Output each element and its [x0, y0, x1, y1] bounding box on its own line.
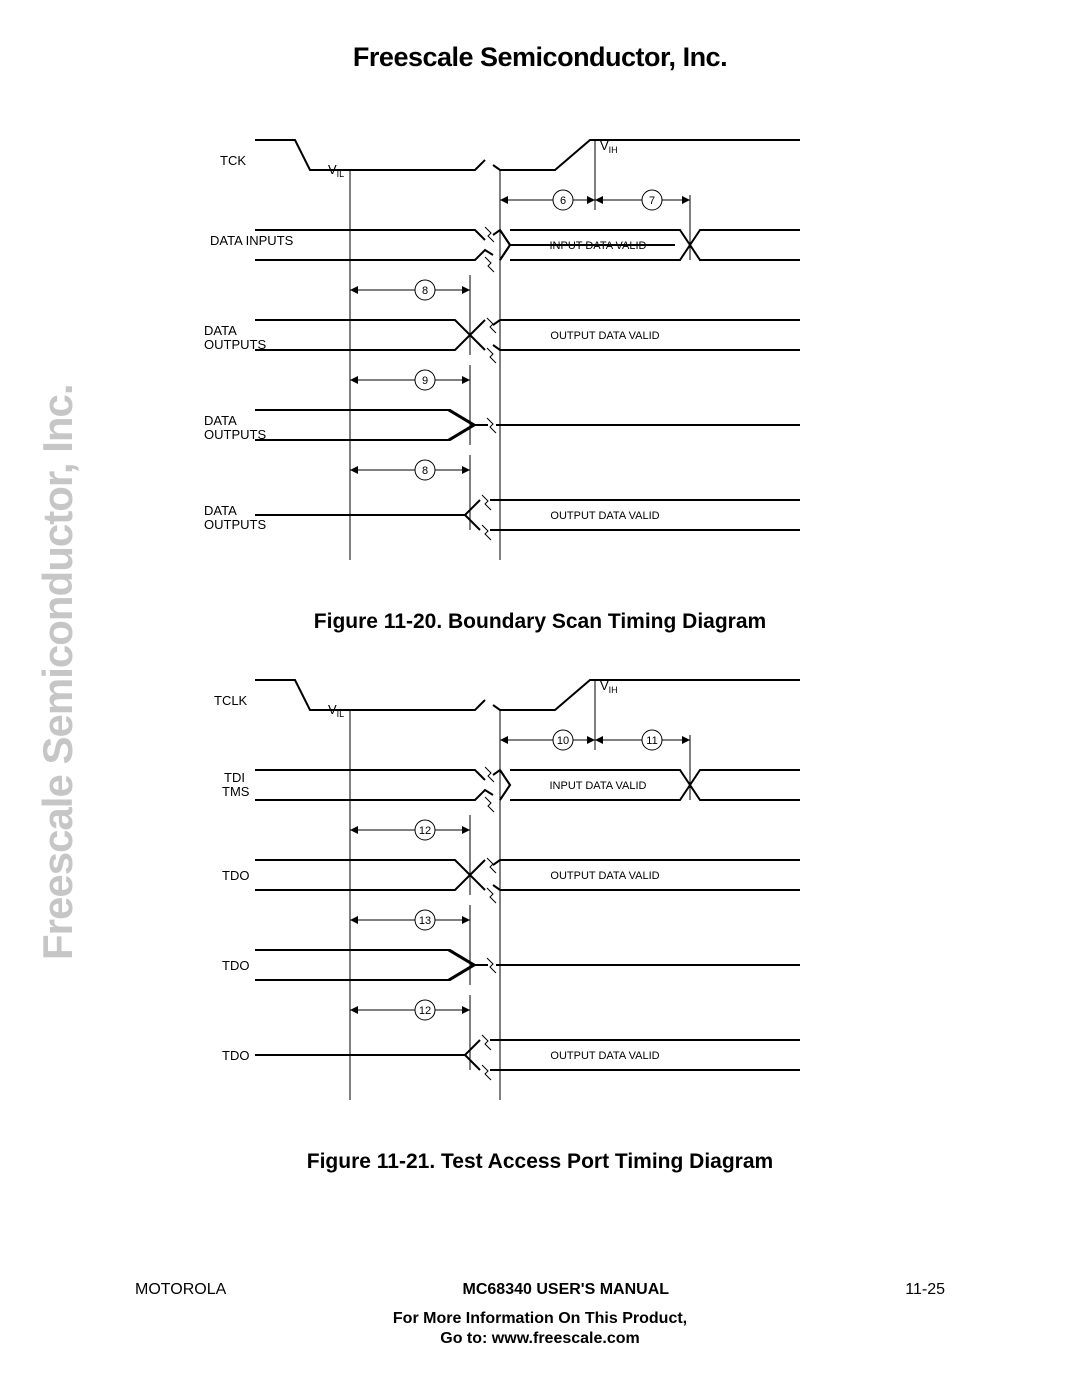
- vil-label-2: VIL: [328, 702, 344, 719]
- vil-label: VIL: [328, 162, 344, 179]
- output-data-valid-2a: OUTPUT DATA VALID: [550, 870, 659, 882]
- tdi-tms-row: TDI TMS INPUT DATA VALID: [222, 767, 800, 812]
- data-inputs-row: DATA INPUTS INPUT DATA VALID: [210, 227, 800, 272]
- marker-7-group: 7: [595, 190, 690, 210]
- svg-text:DATAOUTPUTS: DATAOUTPUTS: [204, 503, 266, 532]
- marker-13-group: 13: [350, 910, 470, 930]
- footer-line1: For More Information On This Product,: [0, 1309, 1080, 1329]
- data-inputs-label: DATA INPUTS: [210, 233, 294, 248]
- svg-text:DATAOUTPUTS: DATAOUTPUTS: [204, 413, 266, 442]
- output-data-valid-2b: OUTPUT DATA VALID: [550, 1050, 659, 1062]
- marker-7: 7: [649, 195, 655, 207]
- marker-8b: 8: [422, 465, 428, 477]
- tdo-1-label: TDO: [222, 868, 249, 883]
- footer-center: MC68340 USER'S MANUAL: [463, 1281, 670, 1299]
- marker-10: 10: [557, 735, 569, 747]
- marker-11: 11: [646, 735, 657, 747]
- marker-11-group: 11: [595, 730, 690, 750]
- marker-10-group: 10: [500, 730, 595, 750]
- output-data-valid-3: OUTPUT DATA VALID: [550, 510, 659, 522]
- input-data-valid: INPUT DATA VALID: [550, 240, 647, 252]
- marker-8a-group: 8: [350, 280, 470, 300]
- footer-line2: Go to: www.freescale.com: [0, 1329, 1080, 1349]
- marker-8b-group: 8: [350, 460, 470, 480]
- watermark-text: Freescale Semiconductor, Inc.: [34, 384, 82, 960]
- tms-label: TMS: [222, 784, 250, 799]
- marker-12b-group: 12: [350, 1000, 470, 1020]
- data-outputs-1-row: DATAOUTPUTS OUTPUT DATA VALID: [204, 318, 800, 363]
- figure-11-21-caption: Figure 11-21. Test Access Port Timing Di…: [0, 1150, 1080, 1174]
- marker-9-group: 9: [350, 370, 470, 390]
- figure-11-21-diagram: TCLK VIL VIH 10 11 TDI TMS INPUT DATA VA…: [200, 670, 820, 1130]
- footer-right: 11-25: [905, 1281, 945, 1299]
- marker-8a: 8: [422, 285, 428, 297]
- data-outputs-3-row: DATAOUTPUTS OUTPUT DATA VALID: [204, 495, 800, 540]
- tdo-1-row: TDO OUTPUT DATA VALID: [222, 858, 800, 903]
- tdo-3-row: TDO OUTPUT DATA VALID: [222, 1035, 800, 1080]
- figure-11-20-caption: Figure 11-20. Boundary Scan Timing Diagr…: [0, 610, 1080, 634]
- page: Freescale Semiconductor, Inc. Freescale …: [0, 0, 1080, 1397]
- tdi-label: TDI: [224, 770, 245, 785]
- output-data-valid-1: OUTPUT DATA VALID: [550, 330, 659, 342]
- marker-6: 6: [560, 195, 566, 207]
- footer-left: MOTOROLA: [135, 1281, 226, 1299]
- marker-12a: 12: [419, 825, 431, 837]
- marker-6-group: 6: [500, 190, 595, 210]
- header-company: Freescale Semiconductor, Inc.: [0, 42, 1080, 73]
- marker-12a-group: 12: [350, 820, 470, 840]
- marker-9: 9: [422, 375, 428, 387]
- marker-13: 13: [419, 915, 431, 927]
- data-outputs-2-row: DATAOUTPUTS: [204, 410, 800, 442]
- tclk-label: TCLK: [214, 693, 248, 708]
- figure-11-20-diagram: TCK VIL VIH 6 7 DATA INPUTS INPUT D: [200, 130, 820, 590]
- input-data-valid-2: INPUT DATA VALID: [550, 780, 647, 792]
- svg-text:DATAOUTPUTS: DATAOUTPUTS: [204, 323, 266, 352]
- tdo-2-row: TDO: [222, 950, 800, 980]
- tck-label: TCK: [220, 153, 246, 168]
- footer: MOTOROLA MC68340 USER'S MANUAL 11-25 For…: [0, 1281, 1080, 1349]
- marker-12b: 12: [419, 1005, 431, 1017]
- tdo-2-label: TDO: [222, 958, 249, 973]
- tdo-3-label: TDO: [222, 1048, 249, 1063]
